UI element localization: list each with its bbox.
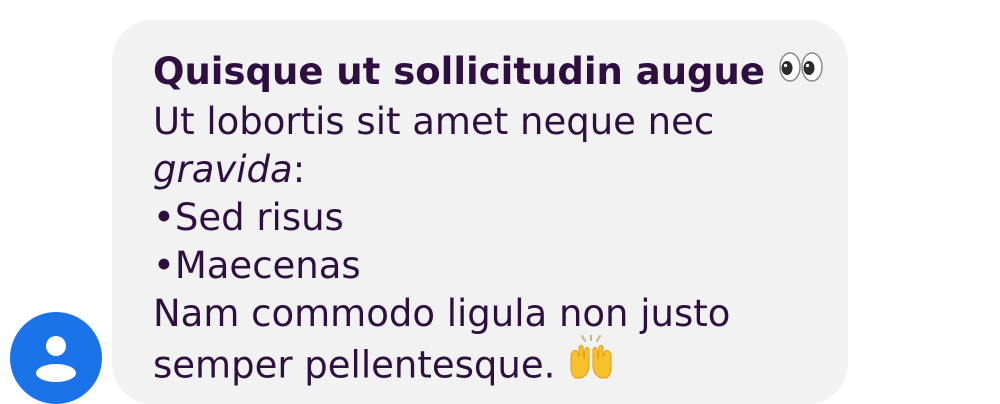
- message-line-2: Ut lobortis sit amet neque nec: [153, 99, 715, 143]
- person-icon: [36, 336, 76, 382]
- bullet-dot: •: [153, 195, 175, 239]
- colon-text: :: [292, 147, 306, 191]
- message-line-7: semper pellentesque.: [153, 333, 808, 396]
- bullet-text: Maecenas: [174, 243, 361, 287]
- bullet-text: Sed risus: [174, 195, 344, 239]
- message-line-3: gravida:: [153, 146, 808, 194]
- raising-hands-emoji-icon: [567, 333, 615, 393]
- message-bubble[interactable]: Quisque ut sollicitudin augue Ut loborti…: [112, 20, 848, 404]
- bullet-dot: •: [153, 243, 175, 287]
- message-line-6: Nam commodo ligula non justo: [153, 291, 731, 335]
- message-line-7-text: semper pellentesque.: [153, 343, 556, 386]
- bullet-item: •Maecenas: [153, 242, 808, 290]
- bullet-item: •Sed risus: [153, 194, 808, 242]
- message-title: Quisque ut sollicitudin augue: [153, 48, 823, 98]
- avatar[interactable]: [10, 312, 102, 404]
- eyes-emoji-icon: [778, 47, 824, 95]
- italic-word: gravida: [153, 147, 293, 191]
